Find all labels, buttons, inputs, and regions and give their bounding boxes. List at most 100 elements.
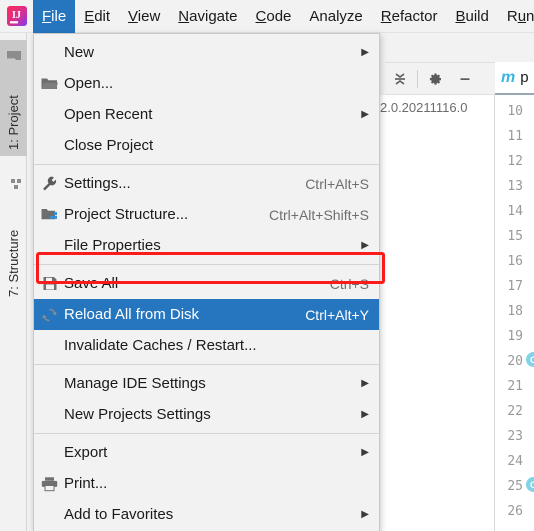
menu-item-manage-ide-settings-label: Manage IDE Settings	[64, 375, 206, 392]
menu-item-file-properties[interactable]: File Properties ▶	[34, 230, 379, 261]
menu-item-settings[interactable]: Settings... Ctrl+Alt+S	[34, 168, 379, 199]
menu-item-file-properties-label: File Properties	[64, 237, 161, 254]
override-method-icon[interactable]: O	[526, 352, 534, 367]
line-number: 24	[507, 454, 523, 469]
line-number: 17	[507, 279, 523, 294]
menu-separator	[34, 364, 379, 365]
menu-item-open-recent-label: Open Recent	[64, 106, 153, 123]
chevron-right-icon: ▶	[361, 447, 369, 458]
line-number: 18	[507, 304, 523, 319]
project-folder-icon	[6, 48, 22, 64]
sidebar-item-project-label: 1: Project	[6, 95, 21, 150]
settings-button[interactable]	[420, 64, 450, 94]
svg-text:IJ: IJ	[12, 10, 21, 21]
line-number: 20	[507, 354, 523, 369]
menubar-item-navigate[interactable]: Navigate	[169, 0, 246, 33]
menu-item-close-project-label: Close Project	[64, 137, 154, 154]
project-structure-icon	[41, 206, 58, 223]
menu-item-new[interactable]: New ▶	[34, 37, 379, 68]
menu-item-add-to-favorites[interactable]: Add to Favorites ▶	[34, 499, 379, 530]
chevron-right-icon: ▶	[361, 509, 369, 520]
line-number: 16	[507, 254, 523, 269]
menu-item-project-structure-label: Project Structure...	[64, 206, 189, 223]
menu-item-new-projects-settings-label: New Projects Settings	[64, 406, 211, 423]
menu-item-export-label: Export	[64, 444, 108, 461]
menubar-item-build[interactable]: Build	[446, 0, 497, 33]
editor-gutter: 10 11 12 13 14 15 16 17 18 19 20 21 22 2…	[495, 97, 534, 531]
menu-item-save-all-shortcut: Ctrl+S	[329, 275, 369, 292]
menubar-item-code[interactable]: Code	[247, 0, 301, 33]
line-number: 12	[507, 154, 523, 169]
menu-item-invalidate-caches-label: Invalidate Caches / Restart...	[64, 337, 257, 354]
menu-item-new-label: New	[64, 44, 95, 61]
menu-bar: IJ File Edit View Navigate Code Analyze …	[0, 0, 534, 33]
menu-item-open-label: Open...	[64, 75, 114, 92]
chevron-right-icon: ▶	[361, 47, 369, 58]
editor-pane: m p 10 11 12 13 14 15 16 17 18 19 20 21 …	[495, 62, 534, 531]
project-tree[interactable]: 2.0.20211116.0	[380, 95, 495, 531]
menu-item-reload-all-from-disk-label: Reload All from Disk	[64, 306, 200, 323]
menu-item-invalidate-caches[interactable]: Invalidate Caches / Restart...	[34, 330, 379, 361]
menu-item-close-project[interactable]: Close Project	[34, 130, 379, 161]
line-number: 26	[507, 504, 523, 519]
maven-module-icon: m	[501, 68, 516, 86]
tool-window-rail: 1: Project 7: Structure	[0, 33, 27, 531]
chevron-right-icon: ▶	[361, 240, 369, 251]
hide-button[interactable]	[450, 64, 480, 94]
collapse-all-button[interactable]	[385, 64, 415, 94]
sidebar-item-structure[interactable]: 7: Structure	[0, 173, 27, 303]
line-number: 19	[507, 329, 523, 344]
reload-icon	[41, 306, 58, 323]
menu-item-open-recent[interactable]: Open Recent ▶	[34, 99, 379, 130]
save-icon	[41, 275, 58, 292]
menu-item-project-structure-shortcut: Ctrl+Alt+Shift+S	[269, 206, 369, 223]
line-number: 13	[507, 179, 523, 194]
toolbar-divider	[417, 69, 418, 88]
menubar-item-view[interactable]: View	[119, 0, 169, 33]
menu-item-export[interactable]: Export ▶	[34, 437, 379, 468]
override-method-icon[interactable]: O	[526, 477, 534, 492]
sidebar-item-project[interactable]: 1: Project	[0, 40, 27, 156]
menu-item-new-projects-settings[interactable]: New Projects Settings ▶	[34, 399, 379, 430]
line-number: 21	[507, 379, 523, 394]
menu-item-open[interactable]: Open...	[34, 68, 379, 99]
menu-item-project-structure[interactable]: Project Structure... Ctrl+Alt+Shift+S	[34, 199, 379, 230]
line-number: 22	[507, 404, 523, 419]
wrench-icon	[41, 175, 58, 192]
menu-item-reload-all-from-disk[interactable]: Reload All from Disk Ctrl+Alt+Y	[34, 299, 379, 330]
menu-item-manage-ide-settings[interactable]: Manage IDE Settings ▶	[34, 368, 379, 399]
tree-version-text: 2.0.20211116.0	[380, 100, 468, 115]
menubar-item-edit[interactable]: Edit	[75, 0, 119, 33]
menu-item-save-all[interactable]: Save All Ctrl+S	[34, 268, 379, 299]
chevron-right-icon: ▶	[361, 378, 369, 389]
menu-item-print-label: Print...	[64, 475, 108, 492]
folder-open-icon	[41, 75, 58, 92]
line-number: 10	[507, 104, 523, 119]
menu-item-save-all-label: Save All	[64, 275, 119, 292]
menu-separator	[34, 164, 379, 165]
menu-item-add-to-favorites-label: Add to Favorites	[64, 506, 174, 523]
menubar-item-refactor[interactable]: Refactor	[372, 0, 447, 33]
structure-icon	[6, 175, 22, 191]
menu-item-settings-label: Settings...	[64, 175, 131, 192]
chevron-right-icon: ▶	[361, 409, 369, 420]
chevron-right-icon: ▶	[361, 109, 369, 120]
file-menu-dropdown: New ▶ Open... Open Recent ▶ Close Projec…	[33, 33, 380, 531]
printer-icon	[41, 475, 58, 492]
intellij-idea-logo-icon: IJ	[5, 4, 29, 28]
intellij-idea-window: 1: Project 7: Structure He	[0, 0, 534, 531]
editor-tab-label: p	[520, 69, 529, 86]
menu-separator	[34, 264, 379, 265]
line-number: 14	[507, 204, 523, 219]
menu-item-settings-shortcut: Ctrl+Alt+S	[305, 175, 369, 192]
line-number: 25	[507, 479, 523, 494]
line-number: 23	[507, 429, 523, 444]
menubar-item-run[interactable]: Run	[498, 0, 534, 33]
menubar-item-analyze[interactable]: Analyze	[300, 0, 371, 33]
line-number: 11	[507, 129, 523, 144]
editor-tab[interactable]: m p	[495, 62, 534, 95]
menubar-item-file[interactable]: File	[33, 0, 76, 33]
menu-separator	[34, 433, 379, 434]
line-number: 15	[507, 229, 523, 244]
menu-item-print[interactable]: Print...	[34, 468, 379, 499]
